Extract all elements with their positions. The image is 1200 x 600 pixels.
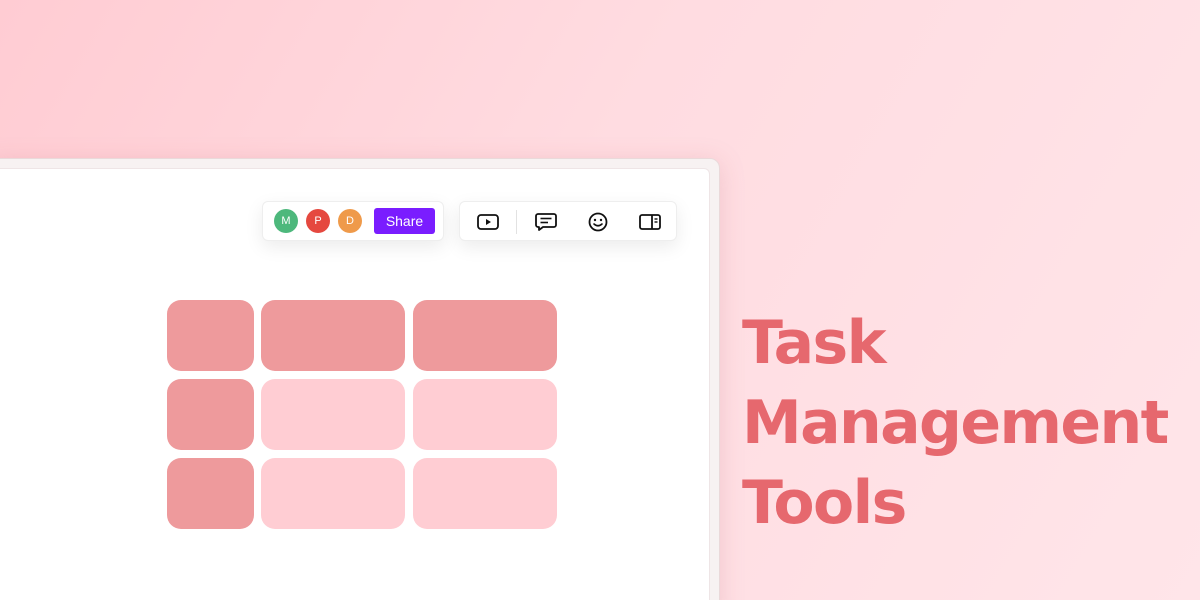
- board-card[interactable]: [413, 300, 557, 371]
- tools-toolbar: [459, 201, 677, 241]
- board-card[interactable]: [167, 458, 254, 529]
- headline: Task Management Tools: [742, 303, 1169, 543]
- comment-icon: [535, 213, 557, 231]
- present-button[interactable]: [476, 210, 500, 234]
- board-card[interactable]: [261, 379, 405, 450]
- video-play-icon: [477, 214, 499, 230]
- headline-line: Task: [742, 308, 887, 378]
- toolbar-divider: [516, 210, 517, 234]
- headline-line: Tools: [742, 468, 907, 538]
- headline-line: Management: [742, 388, 1169, 458]
- avatar[interactable]: D: [338, 209, 362, 233]
- board-card[interactable]: [413, 458, 557, 529]
- comment-button[interactable]: [534, 210, 558, 234]
- board-card[interactable]: [167, 379, 254, 450]
- collaboration-toolbar: M P D Share: [262, 201, 444, 241]
- avatar[interactable]: P: [306, 209, 330, 233]
- board-card[interactable]: [167, 300, 254, 371]
- board-card[interactable]: [261, 458, 405, 529]
- avatar[interactable]: M: [274, 209, 298, 233]
- side-panel-icon: [639, 214, 661, 230]
- side-panel-button[interactable]: [638, 210, 662, 234]
- reaction-button[interactable]: [586, 210, 610, 234]
- board-card[interactable]: [261, 300, 405, 371]
- board-card[interactable]: [413, 379, 557, 450]
- emoji-icon: [588, 212, 608, 232]
- share-button[interactable]: Share: [374, 208, 435, 234]
